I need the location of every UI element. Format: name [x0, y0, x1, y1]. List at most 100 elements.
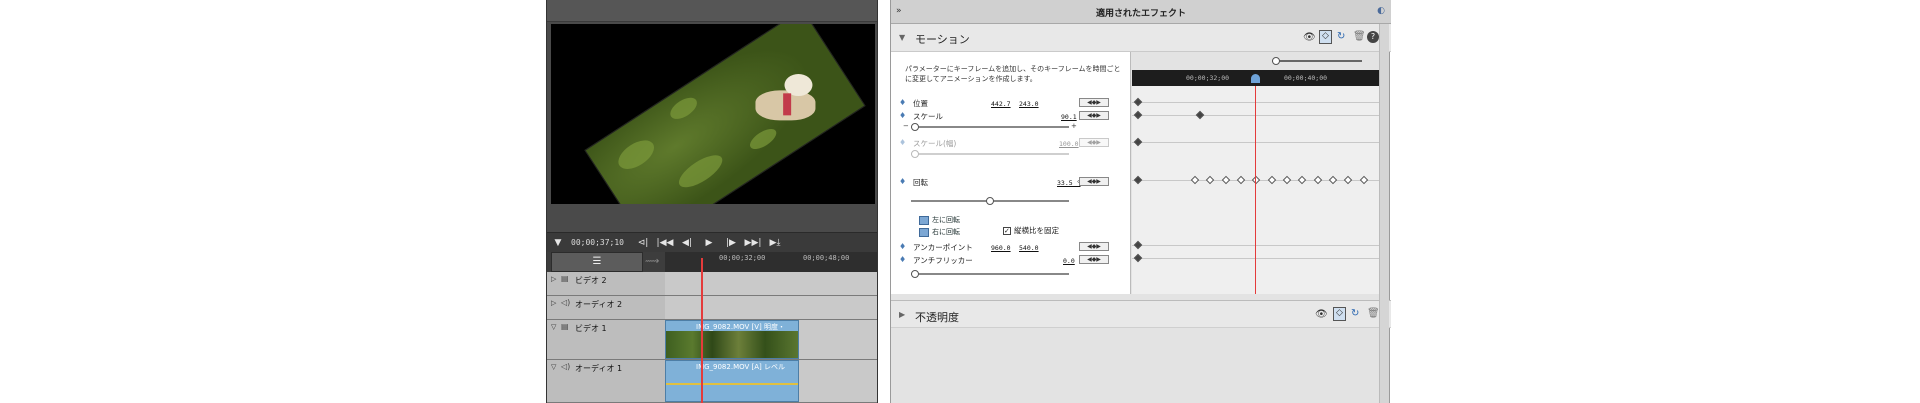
- play-icon[interactable]: ▶: [698, 238, 720, 248]
- anchor-y-value[interactable]: 540.0: [1019, 244, 1039, 252]
- keyframe[interactable]: [1221, 175, 1231, 185]
- panel-scrollbar[interactable]: [1379, 24, 1389, 403]
- slider-knob[interactable]: [1272, 57, 1280, 65]
- keyframe[interactable]: [1282, 175, 1292, 185]
- timeline-playhead[interactable]: [701, 258, 703, 403]
- opacity-effect-header[interactable]: ▶ 不透明度 👁 ◇ ↻ 🗑: [891, 300, 1391, 328]
- keyframe-playhead[interactable]: [1255, 86, 1256, 294]
- uniform-scale-checkbox[interactable]: ✓ 縦横比を固定: [1003, 225, 1059, 236]
- twirl-icon[interactable]: ▽: [551, 363, 556, 371]
- kf-ruler-label-1: 00;00;32;00: [1186, 74, 1230, 82]
- track-settings-button[interactable]: ☰: [551, 252, 643, 272]
- rotate-right-button[interactable]: 右に回転: [919, 227, 960, 237]
- slider-knob[interactable]: [911, 123, 919, 131]
- keyframe[interactable]: [1133, 110, 1143, 120]
- keyframe[interactable]: [1133, 137, 1143, 147]
- track-lane: IMG_9082.MOV [A] レベル: [665, 360, 877, 402]
- flicker-slider[interactable]: [911, 270, 1069, 278]
- video-frame: [584, 24, 866, 204]
- stopwatch-icon[interactable]: ♦: [899, 111, 906, 120]
- volume-line[interactable]: [666, 383, 798, 385]
- keyframe-playhead-handle[interactable]: [1251, 74, 1260, 83]
- keyframe[interactable]: [1190, 175, 1200, 185]
- clip-label: IMG_9082.MOV [A] レベル: [696, 363, 785, 371]
- timeline-ruler[interactable]: 00;00;32;00 00;00;48;00: [665, 252, 877, 272]
- rewind-icon[interactable]: |◀◀: [654, 238, 676, 248]
- eye-icon[interactable]: 👁: [1315, 309, 1328, 320]
- stopwatch-icon[interactable]: ♦: [899, 177, 906, 186]
- anchor-x-value[interactable]: 960.0: [991, 244, 1011, 252]
- keyframe[interactable]: [1133, 97, 1143, 107]
- keyframe-timeline[interactable]: 00;00;32;00 00;00;40;00: [1132, 52, 1381, 294]
- fast-forward-icon[interactable]: ▶▶|: [742, 238, 764, 248]
- track-audio-2[interactable]: ▷ ◁) オーディオ 2: [547, 296, 877, 320]
- twirl-icon[interactable]: ▽: [551, 323, 556, 331]
- eye-icon[interactable]: 👁: [1303, 32, 1316, 43]
- stopwatch-icon[interactable]: ♦: [899, 255, 906, 264]
- stopwatch-icon[interactable]: ♦: [899, 98, 906, 107]
- keyframe-nav[interactable]: ◀◆▶: [1079, 177, 1109, 186]
- panel-title: 適用されたエフェクト: [1095, 9, 1186, 19]
- slider-knob[interactable]: [911, 270, 919, 278]
- twirl-icon[interactable]: ▷: [551, 275, 556, 283]
- keyframe[interactable]: [1267, 175, 1277, 185]
- motion-effect-header[interactable]: ▼ モーション 👁 ◇ ↻ 🗑 ?: [891, 24, 1391, 52]
- step-back-icon[interactable]: ◀|: [676, 238, 698, 248]
- keyframe[interactable]: [1133, 175, 1143, 185]
- track-name: オーディオ 1: [575, 364, 623, 373]
- check-icon[interactable]: ✓: [1003, 227, 1011, 235]
- scale-slider[interactable]: [911, 123, 1069, 131]
- keyframe-toggle-icon[interactable]: ◇: [1319, 30, 1332, 44]
- reset-icon[interactable]: ↻: [1337, 31, 1345, 42]
- position-y-value[interactable]: 243.0: [1019, 100, 1039, 108]
- keyframe[interactable]: [1359, 175, 1369, 185]
- position-x-value[interactable]: 442.7: [991, 100, 1011, 108]
- keyframe-nav[interactable]: ◀◆▶: [1079, 255, 1109, 264]
- track-video-1[interactable]: ▽ ▤ ビデオ 1 IMG_9082.MOV [V] 明度・: [547, 320, 877, 360]
- audio-clip[interactable]: IMG_9082.MOV [A] レベル: [665, 360, 799, 402]
- trash-icon[interactable]: 🗑: [1367, 308, 1380, 319]
- slider-knob[interactable]: [986, 197, 994, 205]
- step-back-edit-icon[interactable]: ⊲|: [632, 238, 654, 248]
- expand-arrow-icon[interactable]: ▶: [899, 310, 905, 319]
- flicker-value[interactable]: 0.0: [1063, 257, 1075, 265]
- keyframe[interactable]: [1328, 175, 1338, 185]
- trash-icon[interactable]: 🗑: [1353, 31, 1366, 42]
- export-frame-icon[interactable]: ▶⤓: [764, 238, 786, 248]
- track-audio-1[interactable]: ▽ ◁) オーディオ 1 IMG_9082.MOV [A] レベル: [547, 360, 877, 403]
- panel-menu-icon[interactable]: ◐: [1377, 6, 1385, 16]
- menu-arrow-icon[interactable]: ▼: [547, 238, 569, 248]
- keyframe[interactable]: [1205, 175, 1215, 185]
- keyframe-nav[interactable]: ◀◆▶: [1079, 111, 1109, 120]
- keyframe-toggle-icon[interactable]: ◇: [1333, 307, 1346, 321]
- track-video-2[interactable]: ▷ ▤ ビデオ 2: [547, 272, 877, 296]
- scale-value[interactable]: 90.1: [1061, 113, 1077, 121]
- prop-label: スケール(幅): [913, 139, 957, 148]
- keyframe[interactable]: [1195, 110, 1205, 120]
- rotate-left-icon: [919, 215, 929, 225]
- track-lane: IMG_9082.MOV [V] 明度・: [665, 320, 877, 359]
- keyframe-nav[interactable]: ◀◆▶: [1079, 98, 1109, 107]
- keyframe[interactable]: [1133, 253, 1143, 263]
- keyframe[interactable]: [1313, 175, 1323, 185]
- video-clip[interactable]: IMG_9082.MOV [V] 明度・: [665, 320, 799, 359]
- rotation-value[interactable]: 33.5 °: [1057, 179, 1080, 187]
- button-label: 右に回転: [932, 228, 960, 236]
- ruler-label-1: 00;00;32;00: [719, 254, 766, 262]
- track-header: ▽ ◁) オーディオ 1: [547, 360, 665, 402]
- help-icon[interactable]: ?: [1367, 31, 1379, 43]
- keyframe[interactable]: [1251, 175, 1261, 185]
- step-forward-icon[interactable]: |▶: [720, 238, 742, 248]
- rotate-left-button[interactable]: 左に回転: [919, 215, 960, 225]
- keyframe[interactable]: [1133, 240, 1143, 250]
- twirl-icon[interactable]: ▷: [551, 299, 556, 307]
- keyframe[interactable]: [1343, 175, 1353, 185]
- collapse-arrow-icon[interactable]: ▼: [899, 33, 905, 42]
- stopwatch-icon[interactable]: ♦: [899, 242, 906, 251]
- zoom-slider[interactable]: [1272, 57, 1362, 65]
- reset-icon[interactable]: ↻: [1351, 308, 1359, 319]
- keyframe-nav[interactable]: ◀◆▶: [1079, 242, 1109, 251]
- keyframe[interactable]: [1236, 175, 1246, 185]
- keyframe[interactable]: [1297, 175, 1307, 185]
- rotation-slider[interactable]: [911, 197, 1069, 205]
